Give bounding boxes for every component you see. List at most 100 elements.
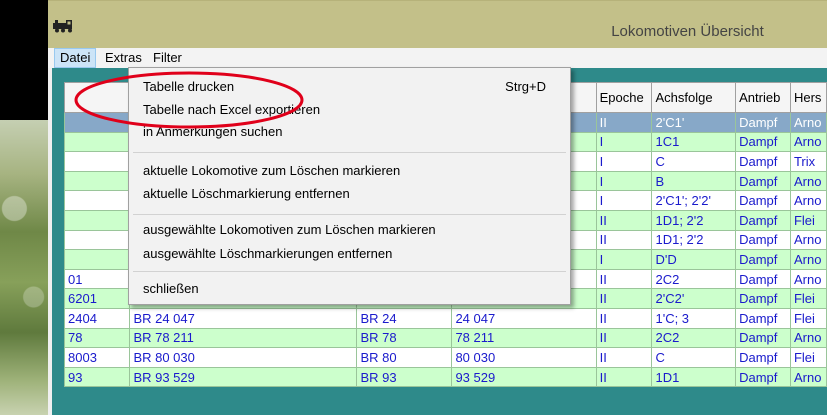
- table-cell[interactable]: 1D1: [651, 366, 737, 388]
- table-cell[interactable]: 6201: [63, 288, 131, 309]
- table-cell[interactable]: II: [595, 307, 653, 329]
- table-cell[interactable]: Flei: [789, 288, 827, 309]
- menu-item-export-excel[interactable]: Tabelle nach Excel exportieren: [129, 99, 570, 121]
- table-cell[interactable]: 01: [63, 268, 131, 290]
- table-cell[interactable]: BR 80: [356, 347, 453, 368]
- table-cell[interactable]: Dampf: [735, 347, 791, 368]
- table-cell[interactable]: [63, 170, 131, 192]
- table-cell[interactable]: Dampf: [735, 249, 791, 270]
- table-row[interactable]: 78 BR 78 211 BR 78 78 211 II 2C2 Dampf Arno: [63, 327, 827, 349]
- table-cell[interactable]: Dampf: [735, 151, 791, 172]
- table-cell[interactable]: Dampf: [735, 366, 791, 388]
- table-cell[interactable]: Flei: [789, 347, 827, 368]
- table-cell[interactable]: [63, 190, 131, 211]
- table-cell[interactable]: 2'C2': [651, 288, 737, 309]
- table-cell[interactable]: II: [595, 288, 653, 309]
- table-cell[interactable]: Dampf: [735, 268, 791, 290]
- title-bar[interactable]: Lokomotiven Übersicht: [48, 0, 827, 48]
- table-cell[interactable]: 93: [63, 366, 131, 388]
- table-cell[interactable]: BR 24 047: [129, 307, 358, 329]
- table-cell[interactable]: Arno: [789, 190, 827, 211]
- table-cell[interactable]: II: [595, 229, 653, 251]
- table-cell[interactable]: Arno: [789, 131, 827, 153]
- table-cell[interactable]: 1C1: [651, 131, 737, 153]
- table-cell[interactable]: II: [595, 209, 653, 231]
- table-row[interactable]: 93 BR 93 529 BR 93 93 529 II 1D1 Dampf Arno: [63, 366, 827, 388]
- menu-item-search-notes[interactable]: in Anmerkungen suchen: [129, 121, 570, 143]
- table-cell[interactable]: C: [651, 151, 737, 172]
- table-cell[interactable]: 2C2: [651, 327, 737, 349]
- table-cell[interactable]: I: [595, 151, 653, 172]
- table-cell[interactable]: 2404: [63, 307, 131, 329]
- table-cell[interactable]: Dampf: [735, 209, 791, 231]
- table-cell[interactable]: [63, 249, 131, 270]
- menu-datei[interactable]: Datei: [54, 48, 97, 68]
- table-cell[interactable]: Dampf: [735, 229, 791, 251]
- table-cell[interactable]: Dampf: [735, 307, 791, 329]
- column-header-epoche[interactable]: Epoche: [595, 82, 653, 113]
- table-cell[interactable]: 8003: [63, 347, 131, 368]
- menu-item-print-table[interactable]: Tabelle drucken Strg+D: [129, 76, 570, 98]
- table-cell[interactable]: 2'C1'; 2'2': [651, 190, 737, 211]
- table-cell[interactable]: Dampf: [735, 288, 791, 309]
- table-cell[interactable]: Arno: [789, 112, 827, 133]
- table-cell[interactable]: Arno: [789, 249, 827, 270]
- table-cell[interactable]: II: [595, 112, 653, 133]
- table-cell[interactable]: 93 529: [451, 366, 597, 388]
- table-cell[interactable]: Dampf: [735, 327, 791, 349]
- table-row[interactable]: 2404 BR 24 047 BR 24 24 047 II 1'C; 3 Dampf Fle…: [63, 307, 827, 329]
- table-cell[interactable]: D'D: [651, 249, 737, 270]
- table-cell[interactable]: Dampf: [735, 131, 791, 153]
- table-cell[interactable]: 78 211: [451, 327, 597, 349]
- menu-item-unmark-delete[interactable]: aktuelle Löschmarkierung entfernen: [129, 183, 570, 205]
- menu-item-mark-selected-delete[interactable]: ausgewählte Lokomotiven zum Löschen mark…: [129, 219, 570, 241]
- table-cell[interactable]: I: [595, 249, 653, 270]
- table-cell[interactable]: [63, 229, 131, 251]
- table-cell[interactable]: Arno: [789, 229, 827, 251]
- table-cell[interactable]: C: [651, 347, 737, 368]
- table-cell[interactable]: [63, 151, 131, 172]
- table-cell[interactable]: 80 030: [451, 347, 597, 368]
- table-cell[interactable]: Arno: [789, 268, 827, 290]
- table-cell[interactable]: Flei: [789, 209, 827, 231]
- column-header-achsfolge[interactable]: Achsfolge: [651, 82, 737, 113]
- menu-extras[interactable]: Extras: [100, 48, 147, 68]
- table-cell[interactable]: II: [595, 327, 653, 349]
- table-cell[interactable]: Arno: [789, 366, 827, 388]
- column-header[interactable]: [63, 82, 131, 113]
- table-cell[interactable]: 2C2: [651, 268, 737, 290]
- table-cell[interactable]: 1'C; 3: [651, 307, 737, 329]
- menu-item-unmark-selected-delete[interactable]: ausgewählte Löschmarkierungen entfernen: [129, 243, 570, 265]
- column-header-hersteller[interactable]: Hers: [789, 82, 827, 113]
- table-cell[interactable]: [63, 209, 131, 231]
- table-cell[interactable]: 24 047: [451, 307, 597, 329]
- table-cell[interactable]: BR 80 030: [129, 347, 358, 368]
- table-cell[interactable]: BR 78: [356, 327, 453, 349]
- table-cell[interactable]: Dampf: [735, 112, 791, 133]
- table-cell[interactable]: [63, 112, 131, 133]
- table-cell[interactable]: BR 93 529: [129, 366, 358, 388]
- table-cell[interactable]: Flei: [789, 307, 827, 329]
- table-cell[interactable]: I: [595, 190, 653, 211]
- table-cell[interactable]: II: [595, 347, 653, 368]
- menu-item-mark-delete[interactable]: aktuelle Lokomotive zum Löschen markiere…: [129, 160, 570, 182]
- table-cell[interactable]: 2'C1': [651, 112, 737, 133]
- table-cell[interactable]: Dampf: [735, 190, 791, 211]
- table-cell[interactable]: Arno: [789, 170, 827, 192]
- table-cell[interactable]: BR 78 211: [129, 327, 358, 349]
- table-cell[interactable]: II: [595, 366, 653, 388]
- table-cell[interactable]: 1D1; 2'2: [651, 209, 737, 231]
- table-cell[interactable]: BR 24: [356, 307, 453, 329]
- table-cell[interactable]: II: [595, 268, 653, 290]
- table-cell[interactable]: Arno: [789, 327, 827, 349]
- column-header-antrieb[interactable]: Antrieb: [735, 82, 791, 113]
- table-cell[interactable]: Trix: [789, 151, 827, 172]
- menu-filter[interactable]: Filter: [148, 48, 187, 68]
- table-cell[interactable]: 78: [63, 327, 131, 349]
- table-row[interactable]: 8003 BR 80 030 BR 80 80 030 II C Dampf Flei: [63, 347, 827, 368]
- table-cell[interactable]: Dampf: [735, 170, 791, 192]
- table-cell[interactable]: BR 93: [356, 366, 453, 388]
- menu-item-close[interactable]: schließen: [129, 278, 570, 300]
- table-cell[interactable]: I: [595, 131, 653, 153]
- table-cell[interactable]: I: [595, 170, 653, 192]
